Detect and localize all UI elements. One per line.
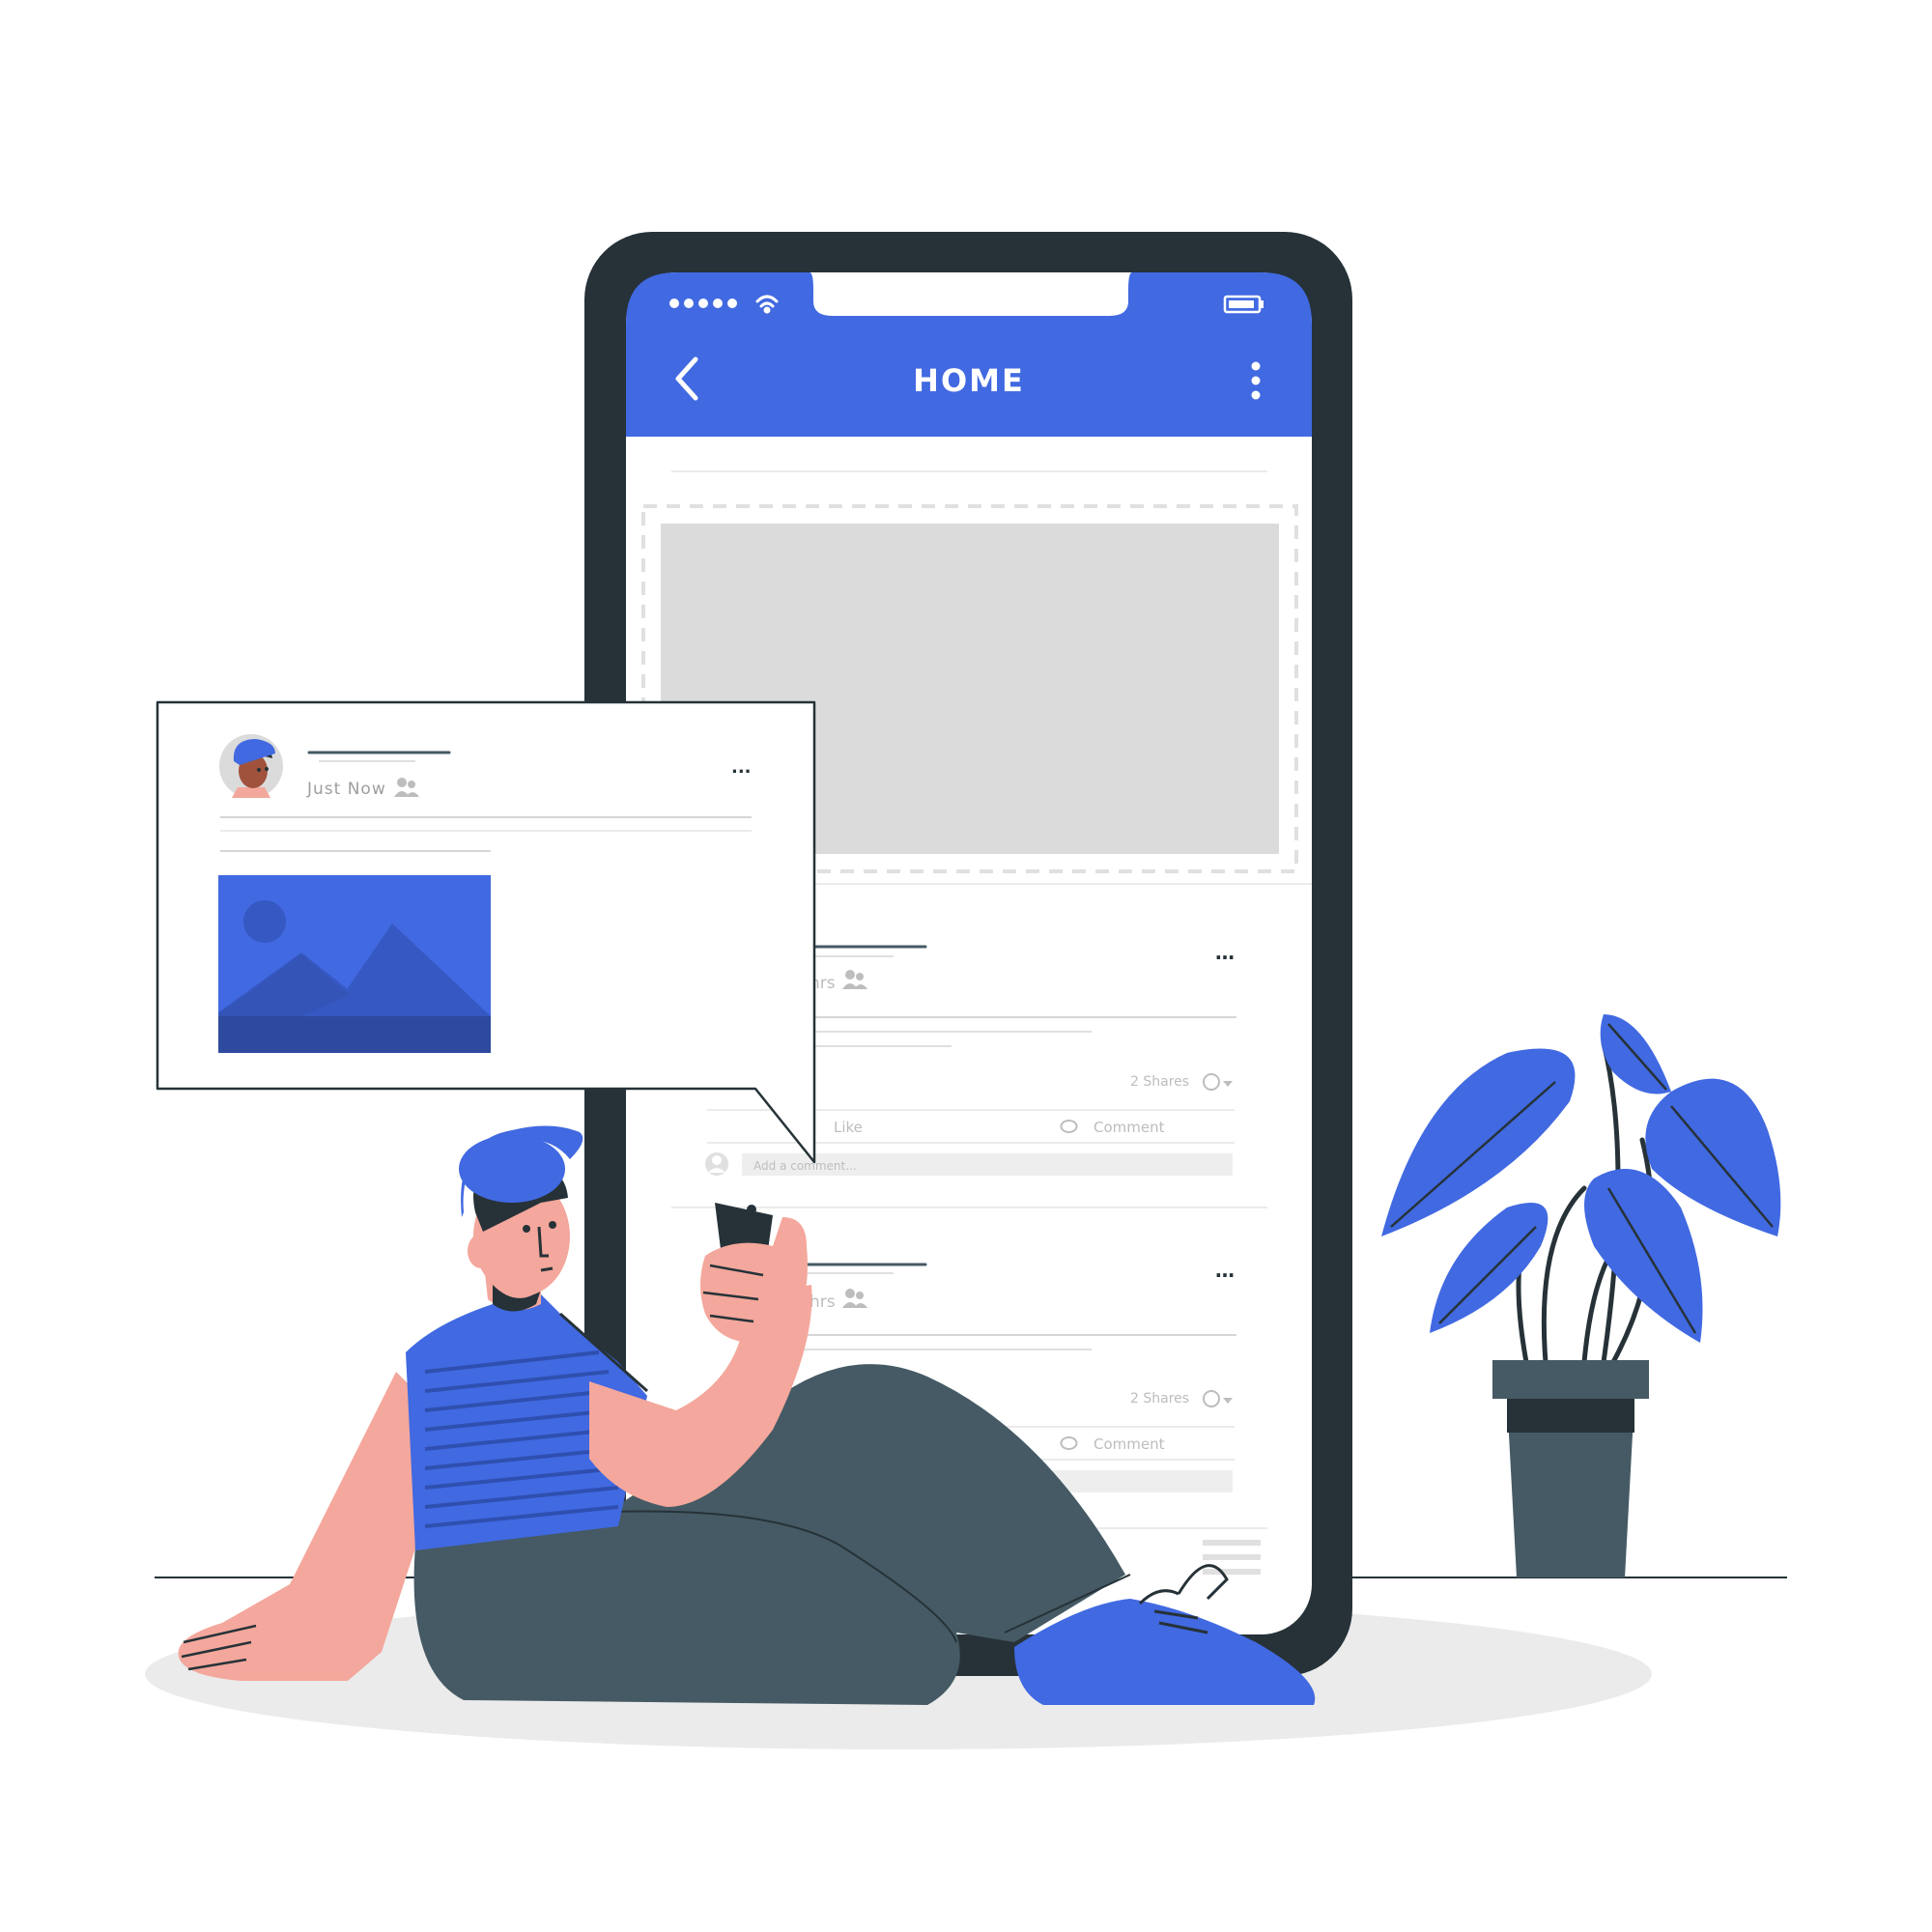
- more-vertical-icon[interactable]: [1251, 361, 1261, 400]
- comment-input-placeholder: Add a comment...: [753, 1159, 857, 1173]
- image-placeholder-icon: [218, 875, 491, 1053]
- comment-button[interactable]: Comment: [1094, 1119, 1165, 1136]
- post-more-button[interactable]: …: [1215, 1259, 1235, 1282]
- illustration-scene: HOME hrs … 2 Shares Like Comment Add a c…: [145, 232, 1787, 1749]
- potted-plant-icon: [1381, 1014, 1781, 1577]
- post-time: hrs: [810, 1293, 836, 1312]
- shares-count: 2 Shares: [1130, 1074, 1189, 1090]
- page-title: HOME: [913, 362, 1025, 399]
- comment-button[interactable]: Comment: [1094, 1435, 1165, 1453]
- popup-more-button[interactable]: ...: [731, 757, 752, 778]
- post-more-button[interactable]: …: [1215, 941, 1235, 964]
- user-avatar: [219, 734, 283, 798]
- post-timestamp: Just Now: [306, 780, 386, 799]
- like-button[interactable]: Like: [834, 1119, 863, 1136]
- shares-count: 2 Shares: [1130, 1391, 1189, 1406]
- speaker-slot: [927, 281, 1010, 289]
